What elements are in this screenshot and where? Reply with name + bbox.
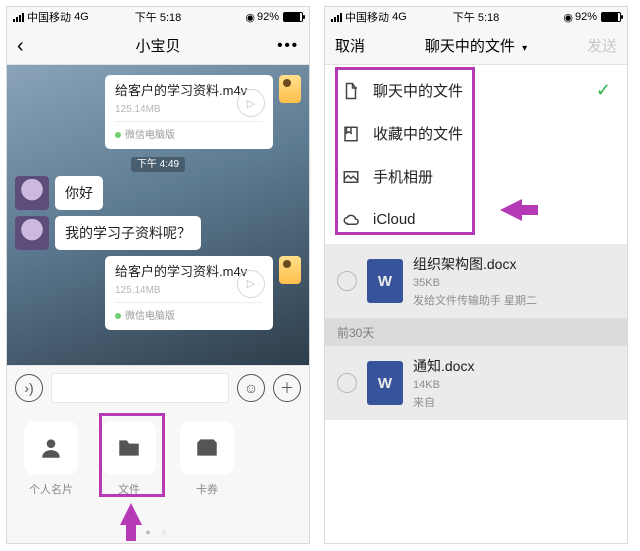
text-bubble[interactable]: 我的学习子资料呢？ <box>55 216 201 250</box>
attachment-panel: 个人名片 文件 卡券 <box>7 409 309 544</box>
message-text-2: 我的学习子资料呢？ <box>15 216 301 250</box>
bookmark-icon <box>341 124 361 144</box>
avatar-sticker <box>279 75 301 103</box>
folder-icon <box>102 421 156 475</box>
text-bubble[interactable]: 你好 <box>55 176 103 210</box>
file-source: 微信电脑版 <box>115 121 263 141</box>
menu-chat-files[interactable]: 聊天中的文件 ✓ <box>325 69 627 112</box>
menu-label: 聊天中的文件 <box>373 80 463 101</box>
menu-label: 收藏中的文件 <box>373 123 463 144</box>
source-dropdown[interactable]: 聊天中的文件 ▾ <box>325 35 627 56</box>
dropdown-label: 聊天中的文件 <box>425 38 515 55</box>
avatar[interactable] <box>15 176 49 210</box>
menu-icloud[interactable]: iCloud <box>325 198 627 240</box>
file-size: 35KB <box>413 277 440 289</box>
attach-card[interactable]: 个人名片 <box>21 421 81 533</box>
wallet-icon <box>180 421 234 475</box>
battery-icon <box>601 12 621 22</box>
chat-area: 给客户的学习资料.m4v 125.14MB 微信电脑版 ▷ 下午 4:49 你好… <box>7 65 309 365</box>
file-icon <box>341 81 361 101</box>
docx-icon: W <box>367 259 403 303</box>
input-bar: ›) ☺ ＋ <box>7 365 309 409</box>
phone-right: 中国移动 4G 下午 5:18 ◉ 92% 取消 聊天中的文件 ▾ 发送 聊天中… <box>324 6 628 544</box>
source-menu: 聊天中的文件 ✓ 收藏中的文件 手机相册 iCloud <box>325 65 627 244</box>
file-sub: 来自 <box>413 394 615 410</box>
page-dots: ● ○ <box>7 527 309 537</box>
avatar[interactable] <box>15 216 49 250</box>
picker-nav: 取消 聊天中的文件 ▾ 发送 <box>325 27 627 65</box>
cloud-icon <box>341 209 361 229</box>
file-sub: 发给文件传输助手 星期二 <box>413 292 615 308</box>
file-source: 微信电脑版 <box>115 302 263 322</box>
message-file-1: 给客户的学习资料.m4v 125.14MB 微信电脑版 ▷ <box>15 75 301 149</box>
status-bar: 中国移动 4G 下午 5:18 ◉ 92% <box>7 7 309 27</box>
docx-icon: W <box>367 361 403 405</box>
voice-icon[interactable]: ›) <box>15 374 43 402</box>
person-icon <box>24 421 78 475</box>
play-icon[interactable]: ▷ <box>237 89 265 117</box>
image-icon <box>341 167 361 187</box>
attach-coupon[interactable]: 卡券 <box>177 421 237 533</box>
file-bubble[interactable]: 给客户的学习资料.m4v 125.14MB 微信电脑版 ▷ <box>105 75 273 149</box>
file-name: 组织架构图.docx <box>413 254 615 274</box>
menu-label: 手机相册 <box>373 166 433 187</box>
file-size: 14KB <box>413 379 440 391</box>
attach-label: 文件 <box>118 484 140 496</box>
menu-album[interactable]: 手机相册 <box>325 155 627 198</box>
plus-icon[interactable]: ＋ <box>273 374 301 402</box>
menu-label: iCloud <box>373 211 416 228</box>
attach-label: 个人名片 <box>29 484 73 496</box>
file-row[interactable]: W 通知.docx 14KB 来自 <box>325 346 627 420</box>
chat-title: 小宝贝 <box>7 35 309 56</box>
message-input[interactable] <box>51 373 229 403</box>
play-icon[interactable]: ▷ <box>237 270 265 298</box>
phone-left: 中国移动 4G 下午 5:18 ◉ 92% ‹ 小宝贝 ••• 给客户的学习资料… <box>6 6 310 544</box>
file-row[interactable]: W 组织架构图.docx 35KB 发给文件传输助手 星期二 <box>325 244 627 318</box>
attach-file[interactable]: 文件 <box>99 421 159 533</box>
clock-label: 下午 5:18 <box>325 9 627 25</box>
timestamp: 下午 4:49 <box>15 155 301 170</box>
chevron-down-icon: ▾ <box>522 43 527 54</box>
attach-label: 卡券 <box>196 484 218 496</box>
message-text-1: 你好 <box>15 176 301 210</box>
status-bar: 中国移动 4G 下午 5:18 ◉ 92% <box>325 7 627 27</box>
avatar-sticker <box>279 256 301 284</box>
menu-fav-files[interactable]: 收藏中的文件 <box>325 112 627 155</box>
clock-label: 下午 5:18 <box>7 9 309 25</box>
check-icon: ✓ <box>596 80 611 101</box>
file-bubble[interactable]: 给客户的学习资料.m4v 125.14MB 微信电脑版 ▷ <box>105 256 273 330</box>
emoji-icon[interactable]: ☺ <box>237 374 265 402</box>
battery-icon <box>283 12 303 22</box>
radio-select[interactable] <box>337 271 357 291</box>
section-header: 前30天 <box>325 319 627 346</box>
file-list: W 组织架构图.docx 35KB 发给文件传输助手 星期二 前30天 W 通知… <box>325 244 627 420</box>
chat-nav: ‹ 小宝贝 ••• <box>7 27 309 65</box>
radio-select[interactable] <box>337 373 357 393</box>
message-file-2: 给客户的学习资料.m4v 125.14MB 微信电脑版 ▷ <box>15 256 301 330</box>
file-name: 通知.docx <box>413 356 615 376</box>
